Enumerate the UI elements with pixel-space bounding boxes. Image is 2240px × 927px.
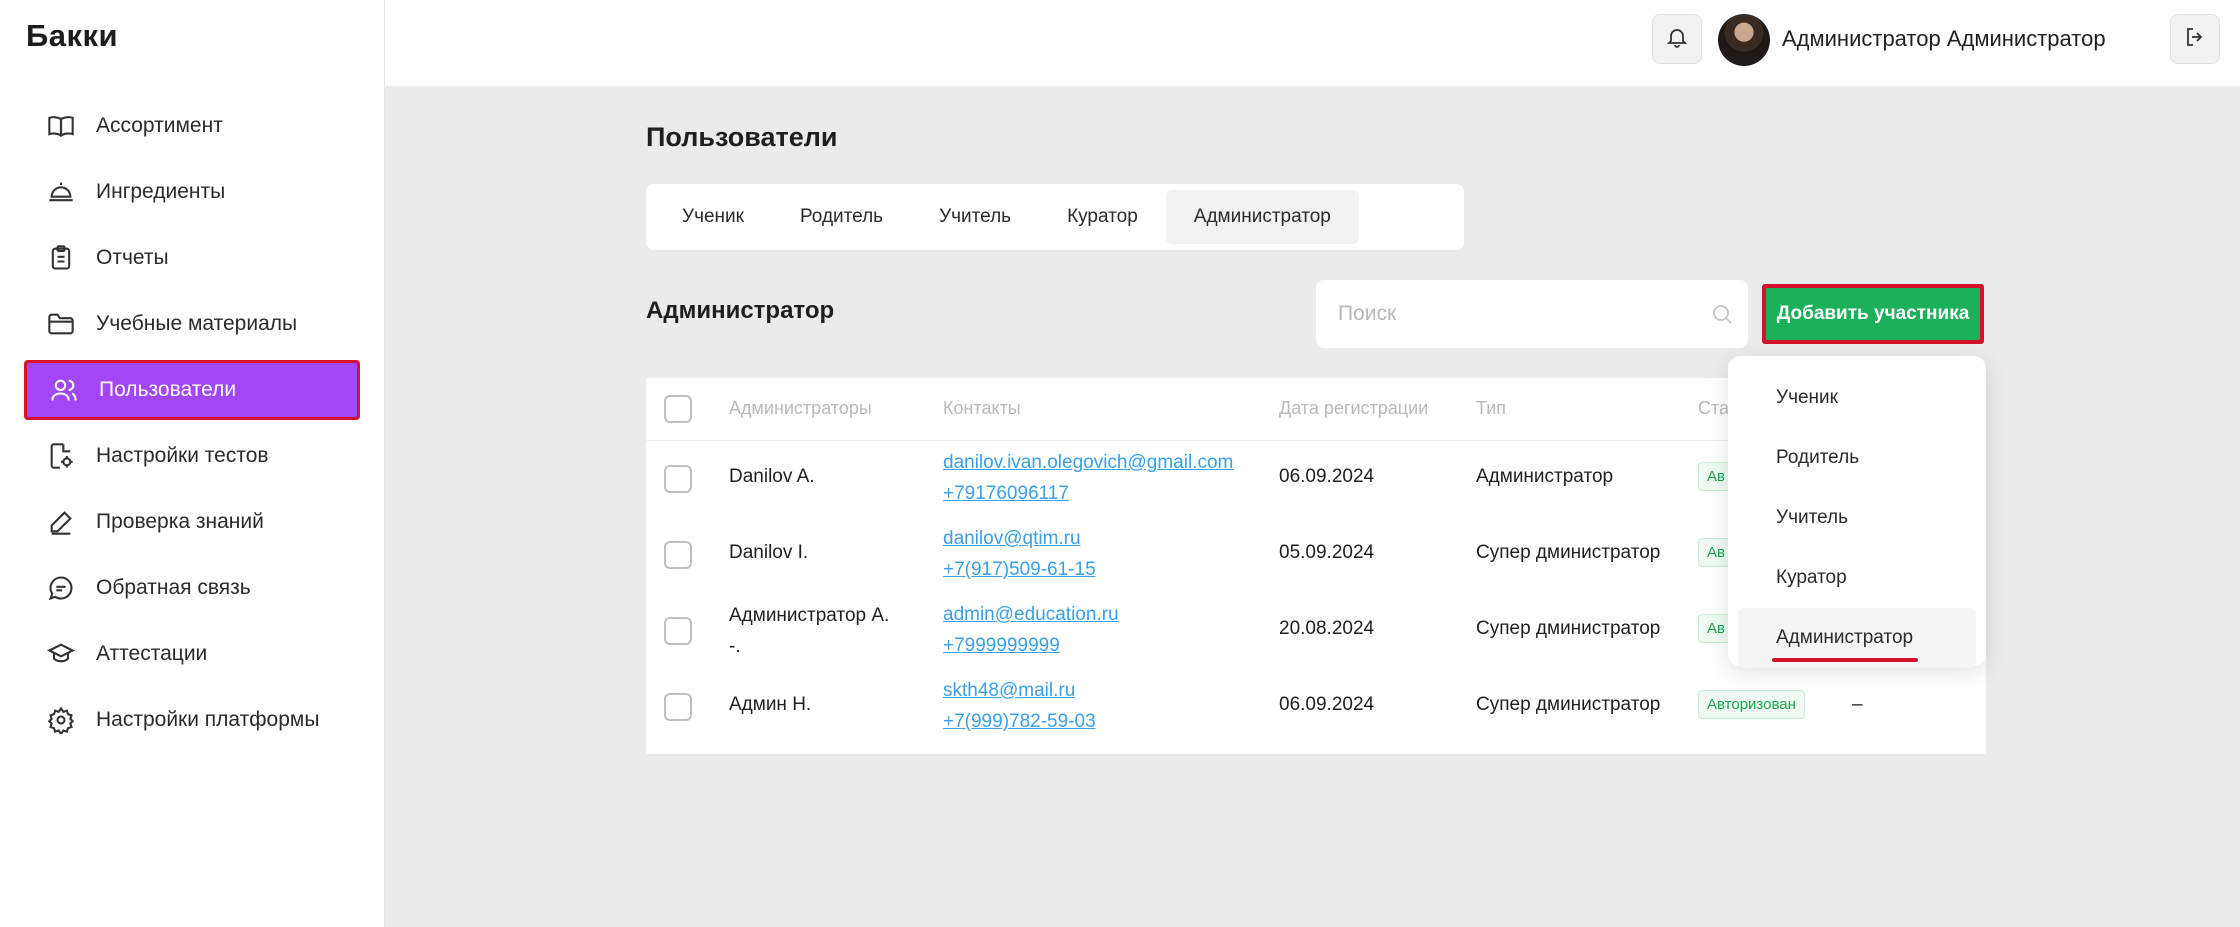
sidebar-item-certifications[interactable]: Аттестации	[24, 624, 360, 684]
user-name-cell: Danilov A.	[729, 466, 815, 487]
sidebar-item-materials[interactable]: Учебные материалы	[24, 294, 360, 354]
type-cell: Супер дминистратор	[1476, 542, 1661, 563]
cloche-icon	[46, 177, 76, 207]
column-header-type[interactable]: Тип	[1476, 398, 1506, 419]
contacts-cell: danilov@qtim.ru +7(917)509-61-15	[943, 523, 1096, 585]
contacts-cell: skth48@mail.ru +7(999)782-59-03	[943, 675, 1096, 737]
logout-icon	[2183, 25, 2207, 54]
user-name-cell: Danilov I.	[729, 542, 809, 563]
email-link[interactable]: admin@education.ru	[943, 599, 1119, 630]
sidebar-item-reports[interactable]: Отчеты	[24, 228, 360, 288]
section-title: Администратор	[646, 297, 835, 324]
extra-cell: –	[1852, 694, 1863, 715]
row-checkbox[interactable]	[664, 541, 692, 569]
sidebar-item-label: Учебные материалы	[96, 312, 298, 335]
sidebar-item-label: Настройки платформы	[96, 708, 320, 731]
type-cell: Администратор	[1476, 466, 1614, 487]
sidebar-item-platform-settings[interactable]: Настройки платформы	[24, 690, 360, 750]
book-icon	[46, 111, 76, 141]
date-cell: 05.09.2024	[1279, 542, 1375, 563]
type-cell: Супер дминистратор	[1476, 618, 1661, 639]
clipboard-icon	[46, 243, 76, 273]
email-link[interactable]: skth48@mail.ru	[943, 675, 1096, 706]
select-all-checkbox[interactable]	[664, 395, 692, 423]
date-cell: 06.09.2024	[1279, 694, 1375, 715]
sidebar-item-label: Пользователи	[99, 378, 237, 401]
tab-administrator[interactable]: Администратор	[1165, 190, 1359, 244]
user-name-cell: Администратор А. -.	[729, 600, 889, 662]
tab-curator[interactable]: Куратор	[1039, 190, 1166, 244]
tab-parent[interactable]: Родитель	[772, 190, 911, 244]
email-link[interactable]: danilov.ivan.olegovich@gmail.com	[943, 447, 1233, 478]
user-name[interactable]: Администратор Администратор	[1782, 26, 2106, 52]
search-icon[interactable]	[1710, 302, 1734, 331]
logout-button[interactable]	[2170, 14, 2220, 64]
sidebar-item-label: Настройки тестов	[96, 444, 269, 467]
row-checkbox[interactable]	[664, 617, 692, 645]
table-row[interactable]: Админ Н. skth48@mail.ru +7(999)782-59-03…	[646, 668, 1986, 744]
tab-teacher[interactable]: Учитель	[911, 190, 1039, 244]
dropdown-item-parent[interactable]: Родитель	[1738, 428, 1976, 488]
add-member-button[interactable]: Добавить участника	[1762, 284, 1984, 344]
sidebar-item-feedback[interactable]: Обратная связь	[24, 558, 360, 618]
sidebar-item-users[interactable]: Пользователи	[24, 360, 360, 420]
phone-link[interactable]: +7(999)782-59-03	[943, 706, 1096, 737]
search-input[interactable]	[1336, 301, 1700, 327]
sidebar: Бакки Ассортимент Ингредиенты Отчеты Уче…	[0, 0, 385, 927]
phone-link[interactable]: +7(917)509-61-15	[943, 554, 1096, 585]
chat-icon	[46, 573, 76, 603]
sidebar-item-label: Отчеты	[96, 246, 169, 269]
sidebar-item-label: Обратная связь	[96, 576, 251, 599]
notifications-button[interactable]	[1652, 14, 1702, 64]
dropdown-item-student[interactable]: Ученик	[1738, 368, 1976, 428]
pencil-icon	[46, 507, 76, 537]
dropdown-item-label: Администратор	[1776, 627, 1914, 648]
tab-student[interactable]: Ученик	[654, 190, 772, 244]
row-checkbox[interactable]	[664, 465, 692, 493]
bell-icon	[1665, 25, 1689, 54]
contacts-cell: danilov.ivan.olegovich@gmail.com +791760…	[943, 447, 1233, 509]
type-cell: Супер дминистратор	[1476, 694, 1661, 715]
sidebar-item-label: Проверка знаний	[96, 510, 264, 533]
user-name-line: -.	[729, 636, 741, 657]
doc-settings-icon	[46, 441, 76, 471]
sidebar-item-test-settings[interactable]: Настройки тестов	[24, 426, 360, 486]
contacts-cell: admin@education.ru +7999999999	[943, 599, 1119, 661]
avatar[interactable]	[1718, 14, 1770, 66]
sidebar-item-ingredients[interactable]: Ингредиенты	[24, 162, 360, 222]
page-title: Пользователи	[646, 122, 838, 152]
sidebar-item-label: Ассортимент	[96, 114, 223, 137]
highlight-underline	[1772, 658, 1918, 662]
folder-icon	[46, 309, 76, 339]
gear-icon	[46, 705, 76, 735]
column-header-contacts[interactable]: Контакты	[943, 398, 1021, 419]
search-box	[1316, 280, 1748, 348]
sidebar-item-label: Ингредиенты	[96, 180, 226, 203]
add-member-dropdown: Ученик Родитель Учитель Куратор Админист…	[1728, 356, 1986, 668]
sidebar-nav: Ассортимент Ингредиенты Отчеты Учебные м…	[24, 96, 360, 756]
date-cell: 20.08.2024	[1279, 618, 1375, 639]
user-name-cell: Админ Н.	[729, 694, 812, 715]
email-link[interactable]: danilov@qtim.ru	[943, 523, 1096, 554]
status-badge: Авторизован	[1698, 690, 1805, 719]
dropdown-item-teacher[interactable]: Учитель	[1738, 488, 1976, 548]
column-header-status[interactable]: Ста	[1698, 398, 1729, 419]
dropdown-item-curator[interactable]: Куратор	[1738, 548, 1976, 608]
graduation-cap-icon	[46, 639, 76, 669]
phone-link[interactable]: +7999999999	[943, 630, 1119, 661]
row-checkbox[interactable]	[664, 693, 692, 721]
user-name-line: Администратор А.	[729, 605, 890, 626]
phone-link[interactable]: +79176096117	[943, 478, 1233, 509]
column-header-registration-date[interactable]: Дата регистрации	[1279, 398, 1428, 419]
date-cell: 06.09.2024	[1279, 466, 1375, 487]
column-header-admins[interactable]: Администраторы	[729, 398, 872, 419]
sidebar-item-label: Аттестации	[96, 642, 208, 665]
dropdown-item-administrator[interactable]: Администратор	[1738, 608, 1976, 668]
role-tabs: Ученик Родитель Учитель Куратор Админист…	[646, 184, 1464, 250]
app-logo: Бакки	[26, 18, 119, 53]
users-icon	[49, 375, 79, 405]
sidebar-item-knowledge-check[interactable]: Проверка знаний	[24, 492, 360, 552]
sidebar-item-assortment[interactable]: Ассортимент	[24, 96, 360, 156]
